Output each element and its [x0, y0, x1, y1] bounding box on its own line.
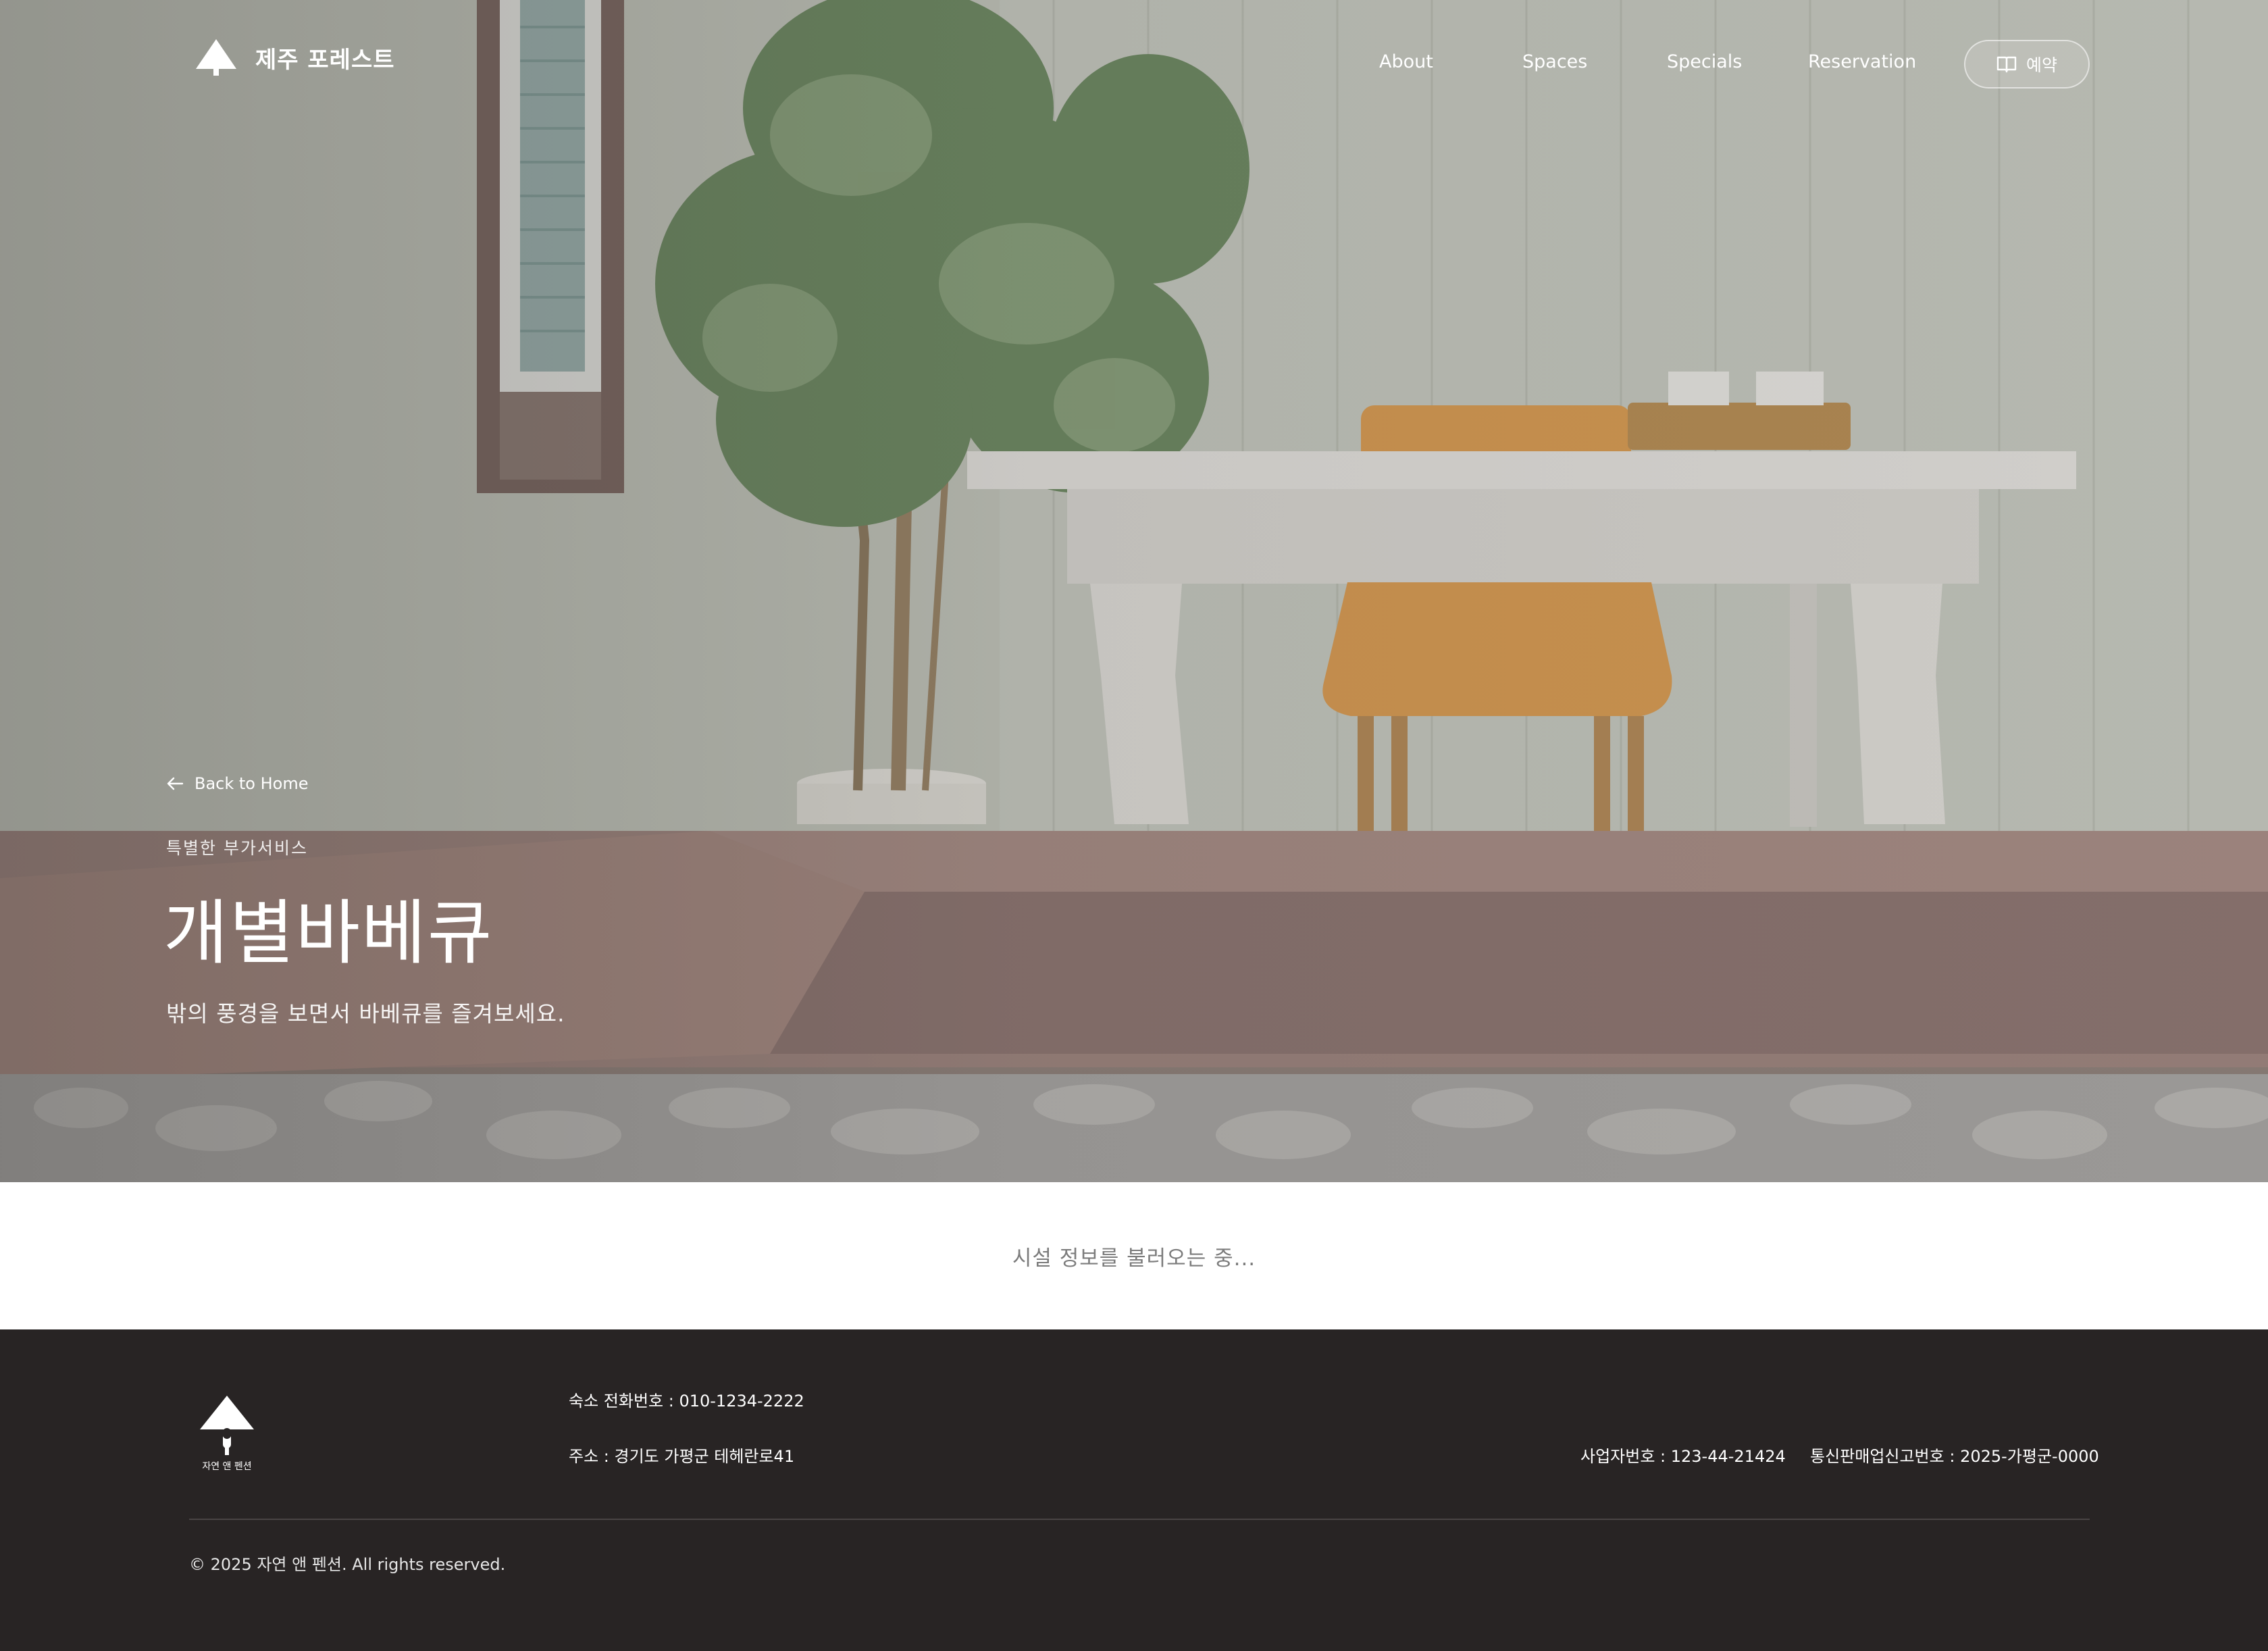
footer: 자연 앤 펜션 숙소 전화번호 : 010-1234-2222 주소 : 경기도…: [0, 1329, 2268, 1651]
footer-ecommerce-number: 통신판매업신고번호 : 2025-가평군-0000: [1810, 1447, 2099, 1466]
footer-address: 주소 : 경기도 가평군 테헤란로41: [569, 1447, 795, 1466]
nav-link-spaces[interactable]: Spaces: [1522, 51, 1587, 72]
nav-link-about[interactable]: About: [1379, 51, 1433, 72]
footer-phone: 숙소 전화번호 : 010-1234-2222: [569, 1392, 804, 1411]
tree-logo-icon: [196, 39, 236, 76]
facility-info-section: 시설 정보를 불러오는 중...: [0, 1182, 2268, 1329]
tree-logo-icon: [200, 1396, 254, 1455]
footer-business-number: 사업자번호 : 123-44-21424: [1580, 1447, 1786, 1466]
back-link-label: Back to Home: [195, 774, 309, 793]
page-title: 개별바베큐: [163, 892, 494, 974]
footer-logo[interactable]: 자연 앤 펜션: [197, 1394, 257, 1478]
hero-subtitle: 밖의 풍경을 보면서 바베큐를 즐겨보세요.: [166, 1000, 565, 1027]
nav-link-reservation[interactable]: Reservation: [1808, 51, 1916, 72]
brand-name: 제주 포레스트: [255, 46, 395, 74]
brand[interactable]: 제주 포레스트: [195, 38, 395, 77]
footer-logo-text: 자연 앤 펜션: [202, 1461, 252, 1472]
copyright: © 2025 자연 앤 펜션. All rights reserved.: [189, 1555, 506, 1574]
loading-message: 시설 정보를 불러오는 중...: [1012, 1246, 1256, 1271]
reserve-button[interactable]: 예약: [1964, 40, 2090, 88]
back-to-home-link[interactable]: Back to Home: [166, 774, 309, 793]
book-icon: [1996, 56, 2017, 73]
footer-divider: [189, 1519, 2090, 1520]
reserve-button-label: 예약: [2026, 55, 2057, 75]
nav-link-specials[interactable]: Specials: [1667, 51, 1742, 72]
arrow-left-icon: [167, 777, 184, 790]
hero-eyebrow: 특별한 부가서비스: [166, 838, 308, 858]
top-navigation: 제주 포레스트 About Spaces Specials Reservatio…: [0, 0, 2268, 128]
